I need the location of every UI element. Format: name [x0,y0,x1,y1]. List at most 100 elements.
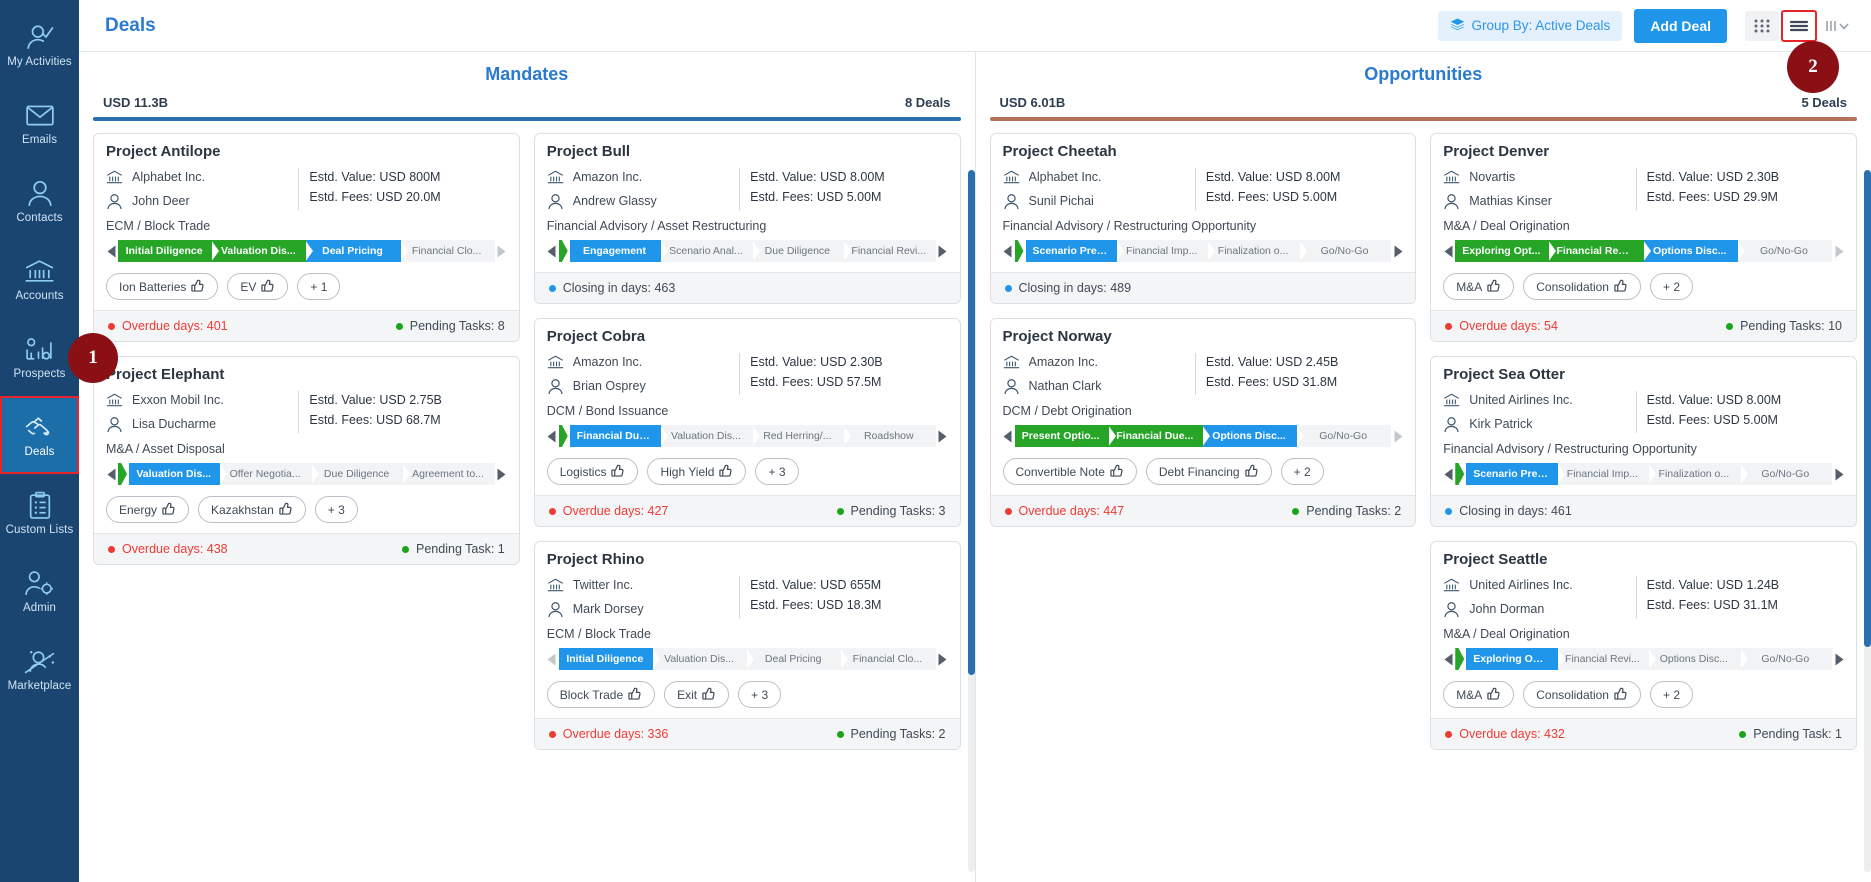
tag-chip[interactable]: Consolidation [1523,273,1641,300]
deal-title[interactable]: Project Antilope [106,143,507,160]
pipeline-stage[interactable]: Finalization o... [1208,240,1300,262]
tag-chip[interactable]: M&A [1443,273,1515,300]
contact-name[interactable]: Kirk Patrick [1469,417,1532,431]
account-name[interactable]: Alphabet Inc. [1029,170,1102,184]
pipeline-stage[interactable]: Exploring Opt... [1455,240,1550,262]
thumbs-up-icon[interactable] [1614,686,1628,703]
pipeline-stage[interactable]: Exploring Opt... [1466,648,1558,670]
deal-card[interactable]: Project Denver Novartis Mathias Kinser Estd… [1430,133,1857,342]
deal-title[interactable]: Project Cobra [547,328,948,345]
tag-chip[interactable]: Exit [664,681,730,708]
column-scrollbar[interactable] [967,170,975,872]
deal-card[interactable]: Project Elephant Exxon Mobil Inc. Lisa Duc… [93,356,520,565]
pipeline-stage[interactable]: Go/No-Go [1740,648,1832,670]
pipeline-stage[interactable]: Initial Diligence [558,648,653,670]
pipeline-stage[interactable]: Valuation Dis... [129,463,221,485]
pipeline-stage[interactable]: Valuation Dis... [661,425,753,447]
pipeline-stage[interactable]: Options Disc... [1649,648,1741,670]
pipeline-stage[interactable]: Valuation Dis... [652,648,748,670]
pipeline-stage[interactable]: Valuation Dis... [212,240,307,262]
deal-card[interactable]: Project Seattle United Airlines Inc. John … [1430,541,1857,750]
pipeline-stage[interactable]: Financial Revi... [844,240,936,262]
contact-name[interactable]: John Dorman [1469,602,1544,616]
pipeline-stage[interactable]: Options Disc... [1643,240,1738,262]
pipeline-stage[interactable]: Initial Diligence [118,240,213,262]
deal-card[interactable]: Project Bull Amazon Inc. Andrew Glassy Estd… [533,133,961,304]
deal-card[interactable]: Project Antilope Alphabet Inc. John Deer Es… [93,133,520,342]
tag-more-chip[interactable]: + 3 [755,458,799,485]
pipeline-stage[interactable]: Financial Due... [569,425,662,447]
pipeline-stage[interactable]: Financial Imp... [1116,240,1209,262]
tag-chip[interactable]: Ion Batteries [106,273,219,300]
tag-more-chip[interactable]: + 2 [1649,681,1693,708]
contact-name[interactable]: John Deer [132,194,190,208]
tag-more-chip[interactable]: + 1 [297,273,341,300]
add-deal-button[interactable]: Add Deal [1634,8,1727,43]
contact-name[interactable]: Lisa Ducharme [132,417,216,431]
pipeline-next-icon[interactable] [938,245,948,258]
pipeline-next-icon[interactable] [1834,245,1844,258]
thumbs-up-icon[interactable] [1487,278,1501,295]
pipeline-stage[interactable]: Deal Pricing [306,240,401,262]
sidebar-item-accounts[interactable]: Accounts [0,240,79,318]
thumbs-up-icon[interactable] [191,278,205,295]
pipeline-next-icon[interactable] [1834,653,1844,666]
deal-title[interactable]: Project Seattle [1443,551,1844,568]
pipeline-stage[interactable]: Go/No-Go [1737,240,1832,262]
pipeline-stage[interactable]: Present Optio... [1014,425,1109,447]
sidebar-item-custom-lists[interactable]: Custom Lists [0,474,79,552]
tag-more-chip[interactable]: + 2 [1649,273,1693,300]
tag-more-chip[interactable]: + 3 [738,681,782,708]
thumbs-up-icon[interactable] [1614,278,1628,295]
thumbs-up-icon[interactable] [279,501,293,518]
contact-name[interactable]: Mark Dorsey [573,602,644,616]
thumbs-up-icon[interactable] [1487,686,1501,703]
pipeline-prev-icon[interactable] [547,245,557,258]
deal-card[interactable]: Project Cheetah Alphabet Inc. Sunil Pichai… [989,133,1417,304]
pipeline-next-icon[interactable] [1393,430,1403,443]
pipeline-prev-icon[interactable] [547,430,557,443]
contact-name[interactable]: Mathias Kinser [1469,194,1552,208]
list-view-icon[interactable] [1781,9,1817,42]
pipeline-prev-icon[interactable] [1003,430,1013,443]
account-name[interactable]: Novartis [1469,170,1515,184]
sidebar-item-emails[interactable]: Emails [0,84,79,162]
pipeline-stage[interactable]: Financial Imp... [1557,463,1650,485]
deal-card[interactable]: Project Rhino Twitter Inc. Mark Dorsey Estd… [533,541,961,750]
pipeline-stage[interactable]: Finalization o... [1649,463,1741,485]
tag-more-chip[interactable]: + 3 [314,496,358,523]
pipeline-prev-icon[interactable] [106,245,116,258]
pipeline-next-icon[interactable] [938,653,948,666]
tag-chip[interactable]: M&A [1443,681,1515,708]
thumbs-up-icon[interactable] [702,686,716,703]
pipeline-prev-icon[interactable] [106,468,116,481]
pipeline-next-icon[interactable] [1834,468,1844,481]
pipeline-stage[interactable]: Scenario Pres... [1025,240,1117,262]
deal-card[interactable]: Project Norway Amazon Inc. Nathan Clark Est… [989,318,1417,527]
account-name[interactable]: Amazon Inc. [573,355,642,369]
tag-chip[interactable]: Kazakhstan [198,496,306,523]
contact-name[interactable]: Nathan Clark [1029,379,1102,393]
sidebar-item-contacts[interactable]: Contacts [0,162,79,240]
tag-chip[interactable]: Debt Financing [1145,458,1272,485]
deal-title[interactable]: Project Rhino [547,551,948,568]
pipeline-stage[interactable]: Go/No-Go [1297,425,1392,447]
contact-name[interactable]: Brian Osprey [573,379,646,393]
thumbs-up-icon[interactable] [719,463,733,480]
pipeline-stage[interactable]: Scenario Pres... [1466,463,1558,485]
contact-name[interactable]: Andrew Glassy [573,194,657,208]
pipeline-next-icon[interactable] [497,245,507,258]
sidebar-item-marketplace[interactable]: Marketplace [0,630,79,708]
deal-title[interactable]: Project Elephant [106,366,507,383]
account-name[interactable]: Alphabet Inc. [132,170,205,184]
thumbs-up-icon[interactable] [611,463,625,480]
tag-chip[interactable]: EV [227,273,289,300]
deal-title[interactable]: Project Norway [1003,328,1404,345]
tag-chip[interactable]: Energy [106,496,190,523]
deal-card[interactable]: Project Sea Otter United Airlines Inc. Kir… [1430,356,1857,527]
pipeline-next-icon[interactable] [938,430,948,443]
deal-title[interactable]: Project Sea Otter [1443,366,1844,383]
tag-chip[interactable]: Consolidation [1523,681,1641,708]
group-by-button[interactable]: Group By: Active Deals [1437,10,1623,41]
deal-title[interactable]: Project Bull [547,143,948,160]
